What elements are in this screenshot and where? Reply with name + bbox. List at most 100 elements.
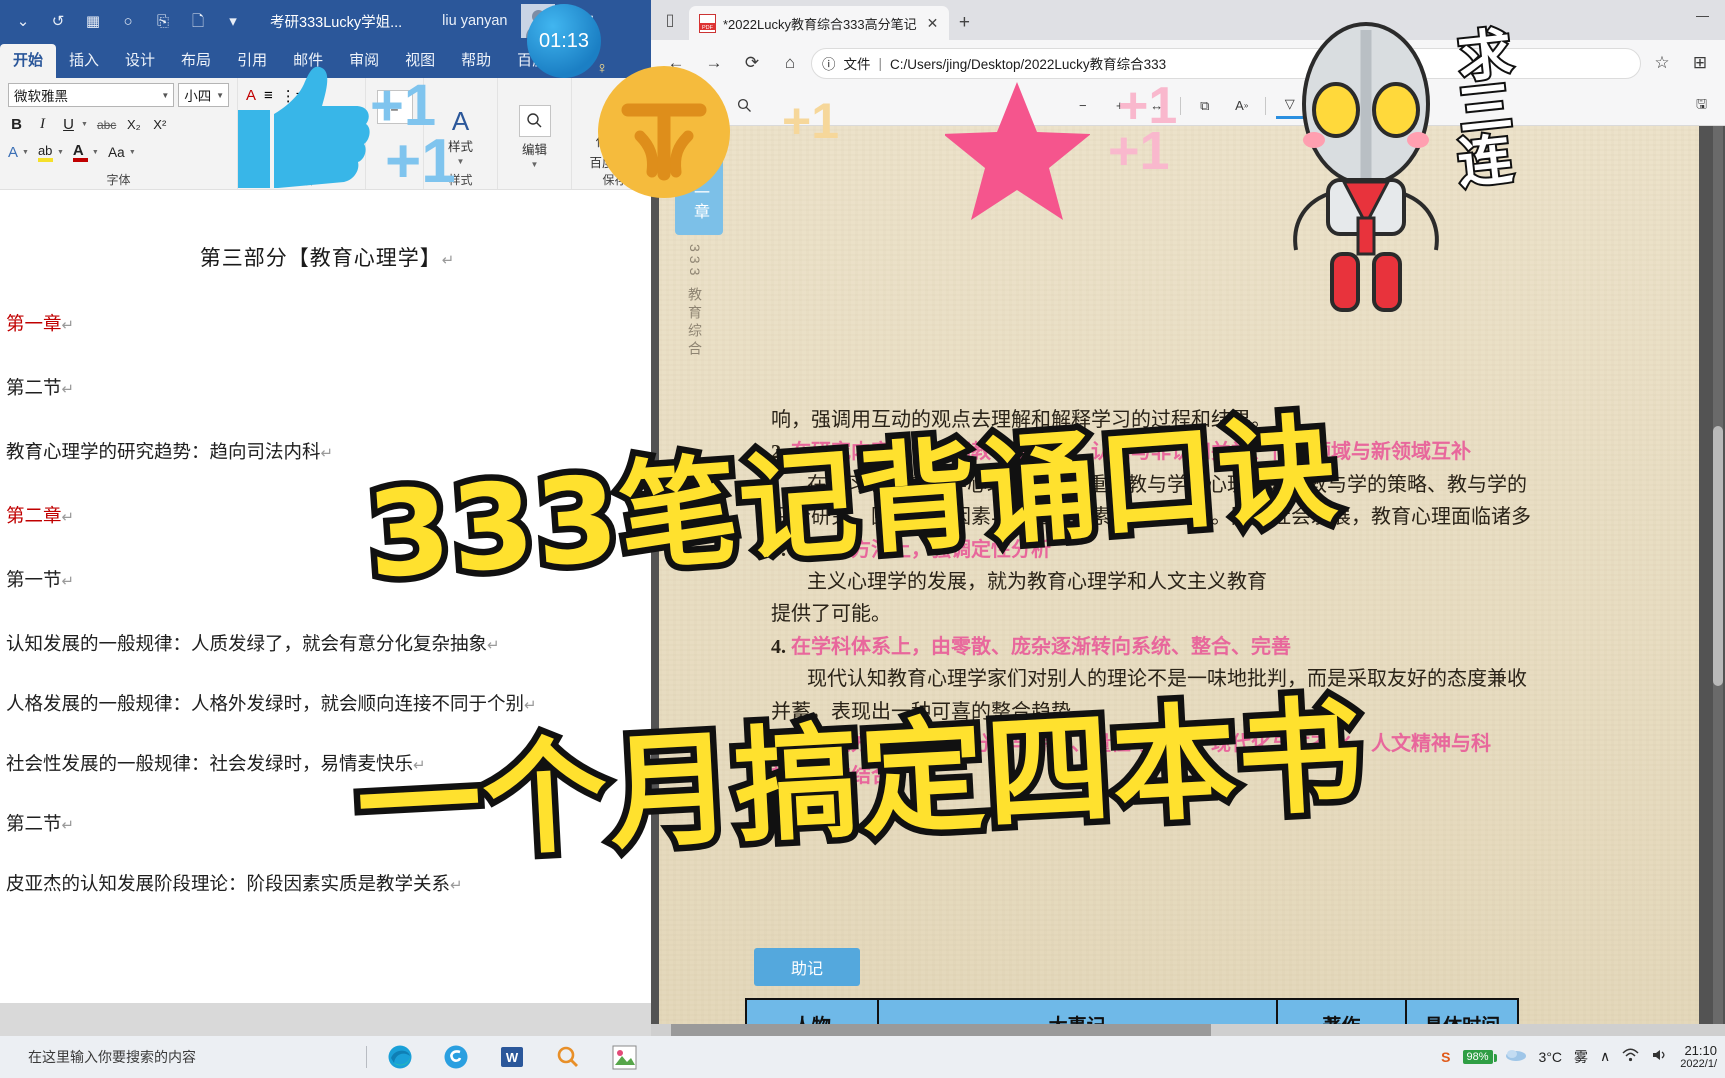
favorites-icon[interactable]: ☆ xyxy=(1645,46,1679,80)
save-icon[interactable]: 🖫 xyxy=(1688,92,1715,119)
text-effects-button[interactable]: A xyxy=(8,144,18,161)
picture-icon[interactable] xyxy=(609,1042,639,1072)
weather-description[interactable]: 雾 xyxy=(1574,1047,1588,1067)
baidu-netdisk-icon[interactable] xyxy=(601,102,629,129)
editing-button-label[interactable]: 编辑 xyxy=(522,139,547,158)
sogou-ime-icon[interactable]: S xyxy=(1441,1049,1450,1065)
taskbar-clock[interactable]: 21:10 2022/1/ xyxy=(1680,1043,1717,1071)
tell-me-bulb-icon[interactable]: ♀ xyxy=(596,60,608,78)
back-button[interactable]: ← xyxy=(659,46,693,80)
chevron-down-icon[interactable]: ▼ xyxy=(457,157,465,166)
reload-button[interactable]: ⟳ xyxy=(735,46,769,80)
tab-开始[interactable]: 开始 xyxy=(0,44,57,78)
change-case-button[interactable]: Aa xyxy=(108,145,125,160)
forward-button[interactable]: → xyxy=(697,46,731,80)
tab-邮件[interactable]: 邮件 xyxy=(280,44,336,78)
new-tab-button[interactable]: + xyxy=(949,6,979,40)
word-user-name[interactable]: liu yanyan xyxy=(442,13,507,29)
subscript-button[interactable]: X₂ xyxy=(125,117,142,132)
chevron-down-icon[interactable]: ▼ xyxy=(57,149,64,156)
table-icon[interactable]: ▦ xyxy=(82,10,104,32)
search-icon[interactable] xyxy=(518,104,551,137)
save-to-baidu-line2[interactable]: 百度网盘 xyxy=(589,152,639,171)
erase-icon[interactable]: ⌫ xyxy=(1350,92,1377,119)
save-to-baidu-line1[interactable]: 保存到 xyxy=(596,131,634,150)
wifi-icon[interactable] xyxy=(1622,1048,1639,1065)
superscript-button[interactable]: X² xyxy=(151,117,168,132)
highlight-icon[interactable]: ▽ xyxy=(1276,92,1304,119)
font-color-red-icon[interactable]: A xyxy=(246,87,256,105)
minimize-button[interactable]: — xyxy=(1680,0,1725,30)
close-icon[interactable]: ✕ xyxy=(924,15,942,32)
volume-icon[interactable] xyxy=(1651,1048,1668,1065)
read-aloud-icon[interactable]: A» xyxy=(1228,92,1255,119)
pdf-horizontal-scroll-thumb[interactable] xyxy=(671,1024,1211,1036)
quick-access-toolbar[interactable]: ⌄ ↺ ▦ ○ ⎘ 🗋 ▾ xyxy=(4,10,244,32)
font-size-input[interactable]: 小四 ▼ xyxy=(178,83,229,107)
taskbar-search-input[interactable]: 在这里输入你要搜索的内容 xyxy=(0,1036,360,1078)
weather-temperature[interactable]: 3°C xyxy=(1539,1049,1563,1065)
home-button[interactable]: ⌂ xyxy=(773,46,807,80)
styles-button-label[interactable]: 样式 xyxy=(448,136,473,155)
draw-icon[interactable]: ✎ xyxy=(1313,92,1340,119)
tab-帮助[interactable]: 帮助 xyxy=(448,44,504,78)
collections-icon[interactable]: ⊞ xyxy=(1683,46,1717,80)
browser-tab[interactable]: PDF *2022Lucky教育综合333高分笔记 ✕ xyxy=(689,6,950,40)
ribbon-display-options-icon[interactable]: ⊡ xyxy=(575,10,599,32)
fit-width-icon[interactable]: ↔ xyxy=(1143,92,1170,119)
sogou-icon[interactable] xyxy=(441,1042,471,1072)
tab-引用[interactable]: 引用 xyxy=(224,44,280,78)
undo-icon[interactable]: ↺ xyxy=(47,10,69,32)
circle-icon[interactable]: ○ xyxy=(117,10,139,32)
font-color-button[interactable]: A xyxy=(72,142,88,162)
align-icon[interactable]: ≡ xyxy=(264,87,273,105)
pdf-viewport[interactable]: 第一章 333 教育综合 响，强调用互动的观点去理解和解释学习的过程和结果。 2… xyxy=(651,126,1725,1036)
chevron-down-icon[interactable]: ▼ xyxy=(531,160,539,169)
bold-button[interactable]: B xyxy=(8,116,25,133)
search-icon[interactable] xyxy=(553,1042,583,1072)
tab-list-icon[interactable]: ▯ xyxy=(651,0,689,40)
tab-审阅[interactable]: 审阅 xyxy=(336,44,392,78)
chevron-down-icon[interactable]: ▼ xyxy=(216,91,228,100)
font-name-input[interactable]: 微软雅黑 ▼ xyxy=(8,83,175,107)
tab-布局[interactable]: 布局 xyxy=(168,44,224,78)
italic-button[interactable]: I xyxy=(34,116,51,133)
chevron-down-icon[interactable]: ▼ xyxy=(92,149,99,156)
chevron-down-icon[interactable]: ▼ xyxy=(129,149,136,156)
word-document-canvas[interactable]: 第三部分【教育心理学】↵ 第一章↵ 第二节↵ 教育心理学的研究趋势：趋向司法内科… xyxy=(0,190,660,983)
line-spacing-icon[interactable]: A xyxy=(246,135,256,152)
pdf-page[interactable]: 第一章 333 教育综合 响，强调用互动的观点去理解和解释学习的过程和结果。 2… xyxy=(659,126,1699,1036)
pdf-page-input[interactable] xyxy=(661,94,697,117)
chevron-down-icon[interactable]: ▼ xyxy=(22,149,29,156)
strikethrough-button[interactable]: abc xyxy=(97,118,116,132)
underline-button[interactable]: U xyxy=(60,116,77,133)
clipboard-icon[interactable]: ⎘ xyxy=(152,10,174,32)
styles-icon[interactable]: A xyxy=(452,108,469,134)
tab-设计[interactable]: 设计 xyxy=(112,44,168,78)
chevron-up-icon[interactable]: ∧ xyxy=(1600,1048,1610,1065)
chevron-down-icon[interactable]: ⌄ xyxy=(12,10,34,32)
bullet-list-icon[interactable]: ⋮≡ xyxy=(281,87,305,105)
chevron-down-icon[interactable]: ▼ xyxy=(161,91,173,100)
page-layout-icon[interactable]: ⧉ xyxy=(1191,92,1218,119)
search-icon[interactable] xyxy=(731,92,758,119)
address-bar[interactable]: ⓘ 文件 | C:/Users/jing/Desktop/2022Lucky教育… xyxy=(811,47,1641,79)
tab-插入[interactable]: 插入 xyxy=(56,44,112,78)
document-page[interactable]: 第三部分【教育心理学】↵ 第一章↵ 第二节↵ 教育心理学的研究趋势：趋向司法内科… xyxy=(0,190,655,983)
info-icon[interactable]: ⓘ xyxy=(822,53,836,73)
pdf-vertical-scroll-thumb[interactable] xyxy=(1713,426,1723,686)
battery-indicator[interactable]: 98% xyxy=(1462,1049,1497,1064)
avatar[interactable] xyxy=(521,4,556,38)
customize-qat-icon[interactable]: ▾ xyxy=(222,10,244,32)
chevron-down-icon[interactable]: ▼ xyxy=(81,121,88,128)
align-center-button[interactable]: ≡ xyxy=(376,90,413,124)
zoom-in-button[interactable]: + xyxy=(1106,92,1133,119)
zoom-out-button[interactable]: − xyxy=(1069,92,1096,119)
new-doc-icon[interactable]: 🗋 xyxy=(187,10,209,32)
weather-icon[interactable] xyxy=(1505,1048,1527,1065)
tab-百度网盘[interactable]: 百度网盘 xyxy=(504,44,590,78)
word-icon[interactable]: W xyxy=(497,1042,527,1072)
tab-视图[interactable]: 视图 xyxy=(392,44,448,78)
edge-icon[interactable] xyxy=(385,1042,415,1072)
highlight-color-button[interactable]: ab xyxy=(37,142,53,162)
